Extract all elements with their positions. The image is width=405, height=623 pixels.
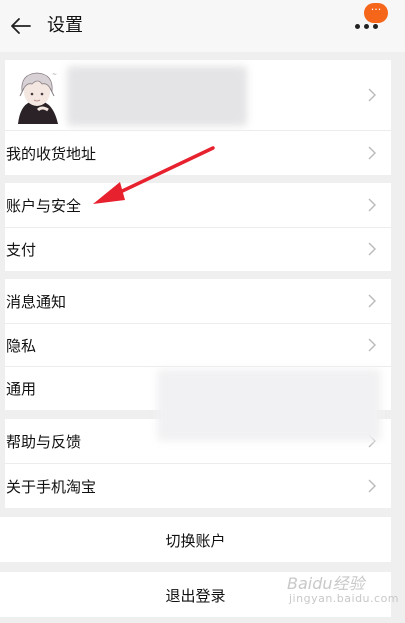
watermark-url: jingyan.baidu.com <box>289 592 400 605</box>
notification-badge: ··· <box>364 3 388 23</box>
avatar: ~ <box>8 66 66 124</box>
logout-label: 退出登录 <box>165 587 226 605</box>
payment-label: 支付 <box>6 241 37 259</box>
switch-account-label: 切换账户 <box>165 532 226 550</box>
arrow-left-icon <box>11 18 31 34</box>
account-security-label: 账户与安全 <box>6 197 82 215</box>
top-bar: 设置 ··· <box>0 0 405 52</box>
chevron-right-icon <box>368 146 376 160</box>
notifications-row[interactable]: 消息通知 <box>5 279 391 323</box>
page-title: 设置 <box>47 15 83 36</box>
address-label: 我的收货地址 <box>6 145 97 163</box>
switch-account-button[interactable]: 切换账户 <box>0 517 391 562</box>
chevron-right-icon <box>368 294 376 308</box>
payment-row[interactable]: 支付 <box>5 227 391 271</box>
profile-row[interactable]: ~ <box>5 60 391 130</box>
notifications-label: 消息通知 <box>6 293 67 311</box>
blurred-profile-info <box>67 66 247 126</box>
chevron-right-icon <box>368 479 376 493</box>
account-security-row[interactable]: 账户与安全 <box>5 183 391 227</box>
watermark-logo: Baidu经验 <box>287 574 365 593</box>
help-feedback-label: 帮助与反馈 <box>6 433 82 451</box>
back-button[interactable] <box>8 13 34 39</box>
address-row[interactable]: 我的收货地址 <box>5 130 391 175</box>
watermark: Baidu经验 jingyan.baidu.com <box>287 570 399 614</box>
chevron-right-icon <box>368 338 376 352</box>
chevron-right-icon <box>368 88 376 102</box>
about-label: 关于手机淘宝 <box>6 478 97 496</box>
more-dots-icon <box>355 24 379 29</box>
chevron-right-icon <box>368 198 376 212</box>
about-row[interactable]: 关于手机淘宝 <box>5 463 391 508</box>
privacy-label: 隐私 <box>6 337 37 355</box>
svg-text:~: ~ <box>52 71 57 78</box>
chevron-right-icon <box>368 242 376 256</box>
general-label: 通用 <box>6 380 37 398</box>
privacy-row[interactable]: 隐私 <box>5 323 391 367</box>
blurred-overlay <box>157 369 381 441</box>
